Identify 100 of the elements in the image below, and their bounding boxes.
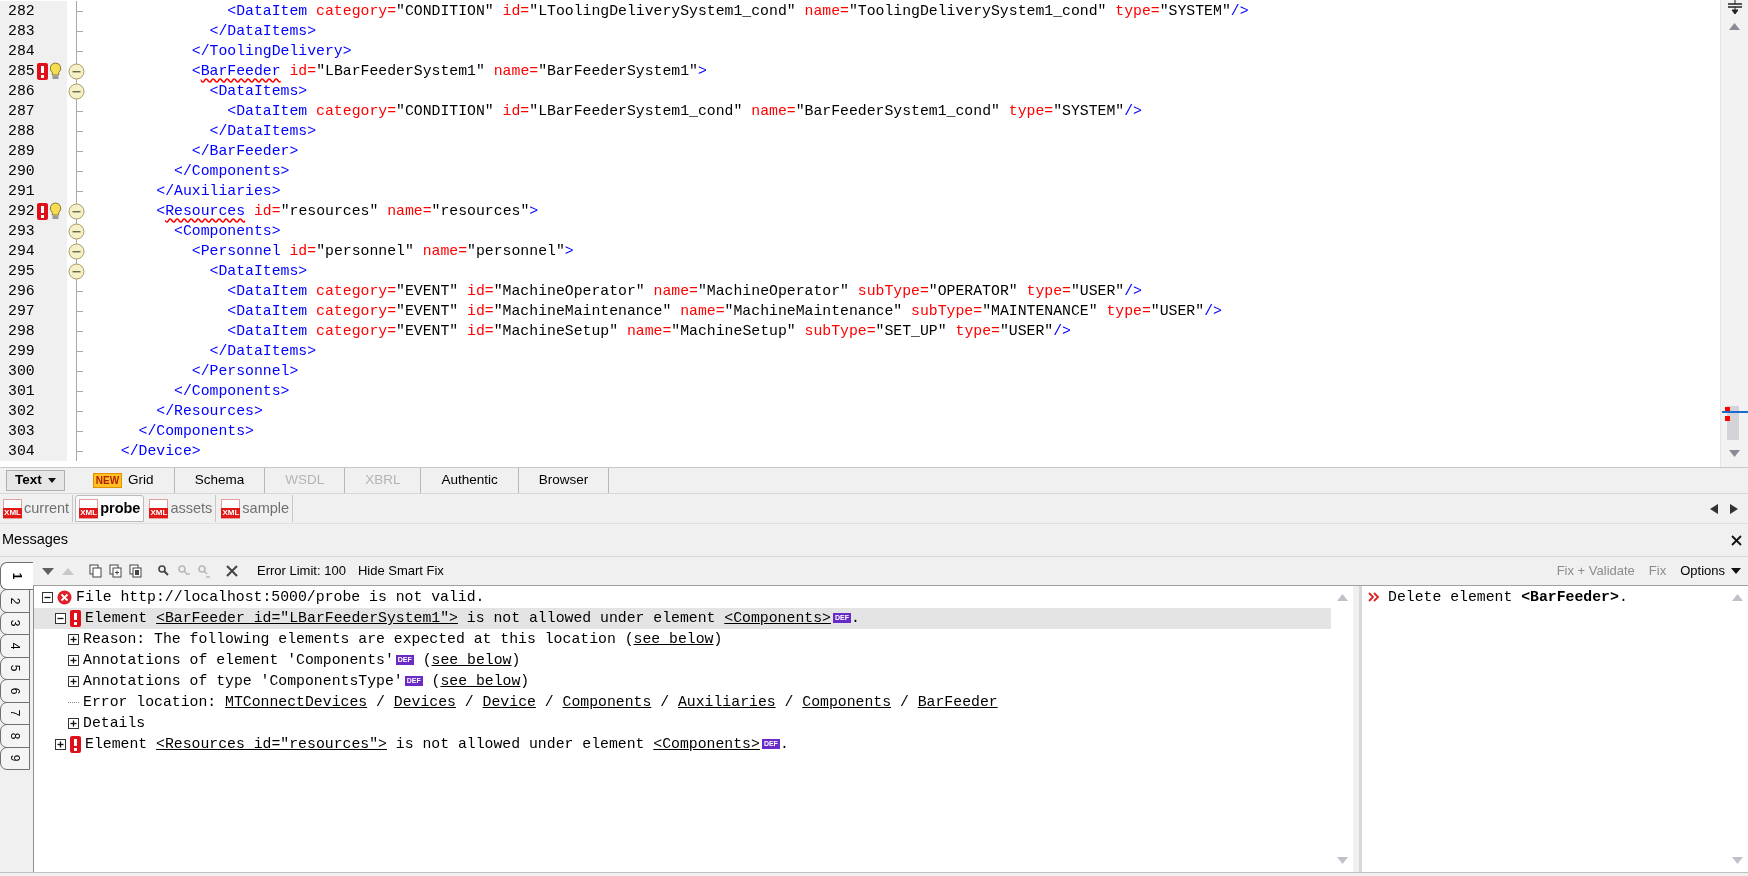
file-tab[interactable]: XML current	[0, 495, 74, 522]
collapse-icon[interactable]	[68, 82, 85, 100]
expand-toggle[interactable]	[68, 718, 79, 729]
expand-toggle[interactable]	[68, 676, 79, 687]
link[interactable]: see below	[431, 652, 512, 669]
view-tab[interactable]: Schema	[174, 468, 266, 493]
chevrons-icon	[1368, 592, 1380, 603]
copy-icon[interactable]	[89, 564, 103, 578]
lightbulb-icon[interactable]	[49, 202, 62, 220]
link[interactable]: <Components>	[724, 610, 831, 627]
line-number: 292	[8, 203, 36, 219]
vertical-scrollbar[interactable]	[1720, 0, 1748, 467]
file-tab[interactable]: XML probe	[75, 495, 145, 522]
code-line: <Components>	[173, 223, 281, 239]
line-number: 283	[8, 23, 36, 39]
toolbar-button[interactable]: Error Limit: 100	[251, 561, 352, 581]
view-tab[interactable]: NEW Grid	[72, 468, 175, 493]
lightbulb-icon[interactable]	[49, 62, 62, 80]
link[interactable]: <BarFeeder id="LBarFeederSystem1">	[156, 610, 458, 627]
code-line: </Resources>	[155, 403, 263, 419]
line-number: 285	[8, 63, 36, 79]
link[interactable]: see below	[633, 631, 714, 648]
expand-toggle[interactable]	[55, 739, 66, 750]
caret-icon	[1731, 568, 1741, 574]
code-line: </Components>	[137, 423, 254, 439]
line-number: 301	[8, 383, 36, 399]
link[interactable]: Devices	[393, 694, 456, 711]
line-number: 286	[8, 83, 36, 99]
message-tab[interactable]: 2	[0, 589, 30, 613]
link[interactable]: Components	[562, 694, 652, 711]
message-tab[interactable]: 9	[0, 746, 30, 770]
fix-text[interactable]: Delete element <BarFeeder>.	[1388, 590, 1628, 605]
view-tab[interactable]: Authentic	[421, 468, 519, 493]
new-badge: NEW	[92, 473, 123, 488]
line-number: 297	[8, 303, 36, 319]
line-number: 299	[8, 343, 36, 359]
line-number: 291	[8, 183, 36, 199]
code-line: <DataItem category="CONDITION" id="LToolingDeliverySystem1_cond" name="ToolingDeliverySystem1_cond" type="SYSTEM"/>	[226, 3, 1249, 19]
message-tab[interactable]: 8	[0, 724, 30, 748]
collapse-icon[interactable]	[68, 262, 85, 280]
toolbar-button[interactable]: Hide Smart Fix	[351, 561, 450, 581]
message-tab[interactable]: 6	[0, 679, 30, 703]
link[interactable]: Components	[802, 694, 892, 711]
link[interactable]: Auxiliaries	[677, 694, 776, 711]
message-text: Error location: MTConnectDevices / Devices / Device / Components / Auxiliaries / Components / BarFeeder	[83, 695, 998, 710]
link[interactable]: BarFeeder	[917, 694, 998, 711]
toolbar-button[interactable]: Options	[1673, 561, 1748, 581]
link[interactable]: <Resources id="resources">	[156, 736, 387, 753]
scroll-right-icon[interactable]	[1730, 503, 1738, 514]
search-icon[interactable]	[157, 564, 171, 578]
code-line: </Components>	[173, 383, 290, 399]
code-line: </Device>	[119, 443, 201, 459]
error-icon	[70, 736, 81, 753]
message-tab[interactable]: 5	[0, 656, 30, 680]
line-number: 290	[8, 163, 36, 179]
line-number: 295	[8, 263, 36, 279]
collapse-icon[interactable]	[68, 222, 85, 240]
collapse-icon[interactable]	[68, 242, 85, 260]
collapse-toggle[interactable]	[55, 613, 66, 624]
view-tab[interactable]: Text	[6, 470, 65, 491]
collapse-toggle[interactable]	[42, 592, 53, 603]
file-tab[interactable]: XML assets	[146, 495, 217, 522]
split-icon[interactable]	[1726, 0, 1743, 15]
xml-file-icon: XML	[149, 498, 169, 519]
code-line: <DataItems>	[208, 263, 308, 279]
message-tab[interactable]: 7	[0, 701, 30, 725]
code-line: </DataItems>	[208, 23, 317, 39]
code-line: </DataItems>	[208, 123, 317, 139]
error-icon	[57, 590, 72, 605]
link[interactable]: MTConnectDevices	[225, 694, 368, 711]
code-line: </Components>	[173, 163, 290, 179]
close-icon[interactable]	[1731, 534, 1742, 546]
view-tab[interactable]: Browser	[518, 468, 610, 493]
expand-toggle[interactable]	[68, 634, 79, 645]
expand-toggle[interactable]	[68, 655, 79, 666]
code-line: <DataItem category="EVENT" id="MachineOperator" name="MachineOperator" subType="OPERATOR" type="USER"/>	[226, 283, 1142, 299]
copy-plus-icon[interactable]	[109, 564, 123, 578]
file-tab[interactable]: XML sample	[218, 495, 294, 522]
link[interactable]: Device	[482, 694, 536, 711]
error-marks-icon[interactable]	[1721, 406, 1748, 440]
message-tab[interactable]: 1	[0, 562, 33, 590]
line-number: 287	[8, 103, 36, 119]
scroll-up-icon[interactable]	[1729, 23, 1740, 30]
xml-file-icon: XML	[3, 498, 22, 519]
caret-icon	[47, 478, 56, 483]
close-icon[interactable]	[225, 564, 239, 578]
code-line: <DataItem category="CONDITION" id="LBarFeederSystem1_cond" name="BarFeederSystem1_cond" type="SYSTEM"/>	[226, 103, 1142, 119]
message-tab[interactable]: 4	[0, 634, 30, 658]
message-text: Details	[83, 716, 146, 731]
collapse-icon[interactable]	[68, 62, 85, 80]
code-line: <Resources id="resources" name="resources">	[155, 203, 539, 219]
line-number: 300	[8, 363, 36, 379]
scroll-down-icon[interactable]	[1729, 450, 1740, 457]
link[interactable]: see below	[440, 673, 521, 690]
collapse-icon[interactable]	[68, 202, 85, 220]
copy-all-icon[interactable]	[129, 564, 143, 578]
scroll-left-icon[interactable]	[1710, 503, 1718, 514]
message-tab[interactable]: 3	[0, 611, 30, 635]
code-line: <DataItems>	[208, 83, 308, 99]
link[interactable]: <Components>	[653, 736, 760, 753]
